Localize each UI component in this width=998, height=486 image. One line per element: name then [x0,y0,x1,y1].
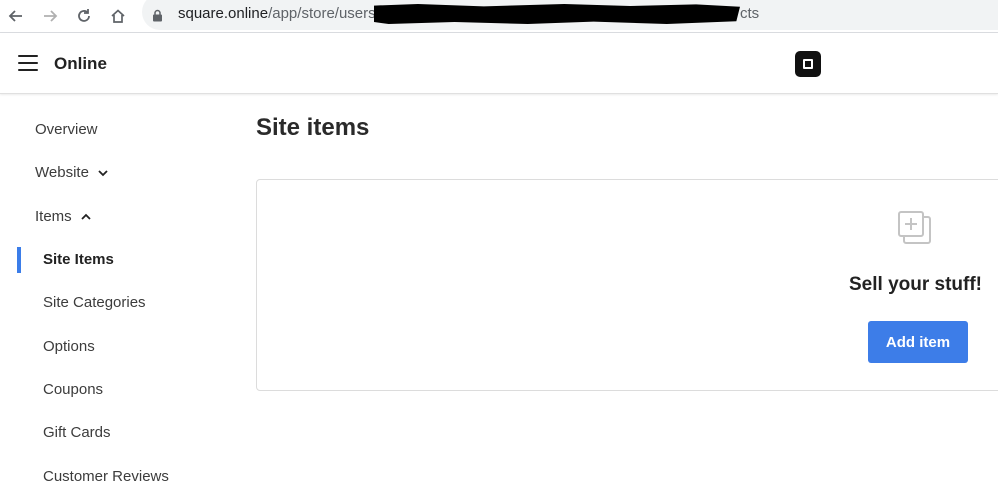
reload-icon [78,9,90,22]
sidebar-item-label: Site Categories [43,294,146,311]
sidebar-item-label: Coupons [43,381,104,398]
app-title: Online [54,54,107,73]
sidebar-item-label: Site Items [43,251,114,268]
square-logo-icon [795,51,821,77]
redaction-mark [374,4,740,24]
sidebar-item-label: Items [35,208,72,225]
sidebar-item-coupons[interactable]: Coupons [43,381,103,398]
empty-state-title: Sell your stuff! [849,274,983,295]
arrow-left-icon [8,10,22,22]
chevron-up-icon [81,213,91,220]
reload-button[interactable] [72,4,96,28]
app-header: Online [0,33,998,94]
browser-toolbar: square.online/app/store/users cts [0,0,998,33]
sidebar-item-site-items[interactable]: Site Items [43,251,114,268]
back-button[interactable] [4,4,28,28]
home-icon [111,9,125,23]
menu-icon[interactable] [18,55,38,71]
url-text: square.online/app/store/users [178,5,376,22]
sidebar-item-options[interactable]: Options [43,338,95,355]
sidebar-item-label: Options [43,338,95,355]
sidebar-item-customer-reviews[interactable]: Customer Reviews [43,468,169,485]
add-items-icon [898,211,931,244]
sidebar: Overview Website Items Site Items Site C… [0,94,230,486]
url-path: /app/store/users [268,5,376,22]
forward-button[interactable] [38,4,62,28]
sidebar-item-overview[interactable]: Overview [35,121,98,138]
address-bar[interactable]: square.online/app/store/users cts [142,0,998,30]
sidebar-item-label: Website [35,164,89,181]
add-item-button[interactable]: Add item [868,321,968,363]
sidebar-item-label: Overview [35,121,98,138]
home-button[interactable] [106,4,130,28]
sidebar-item-label: Gift Cards [43,424,111,441]
page-title: Site items [256,114,370,141]
url-domain: square.online [178,5,269,22]
url-tail: cts [740,5,760,22]
chevron-down-icon [98,169,108,176]
sidebar-item-items[interactable]: Items [35,208,92,225]
empty-state-card: Sell your stuff! Add item [256,179,998,391]
lock-icon [153,9,162,22]
arrow-right-icon [44,10,58,22]
sidebar-item-site-categories[interactable]: Site Categories [43,294,146,311]
active-indicator [17,247,21,273]
sidebar-item-label: Customer Reviews [43,468,169,485]
sidebar-item-website[interactable]: Website [35,164,109,181]
sidebar-item-gift-cards[interactable]: Gift Cards [43,424,111,441]
